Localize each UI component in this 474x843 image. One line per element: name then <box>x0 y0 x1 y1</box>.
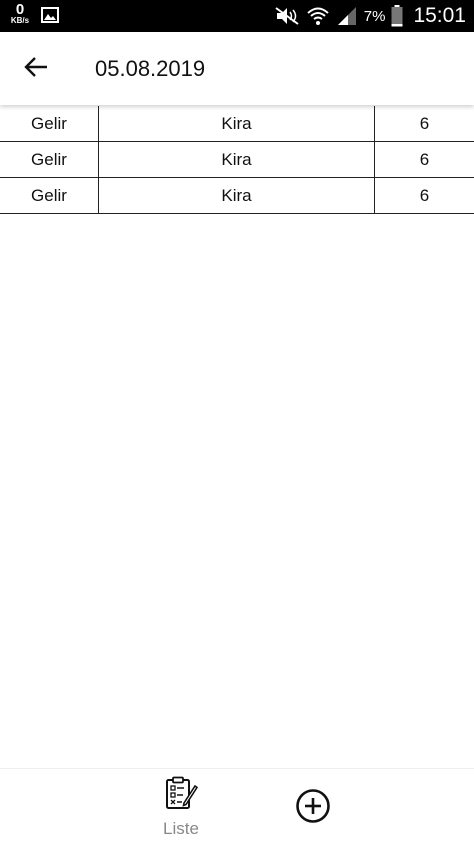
mute-icon <box>274 6 300 26</box>
category-cell: Kira <box>99 106 375 141</box>
app-bar: 05.08.2019 <box>0 32 474 105</box>
amount-cell: 6 <box>419 149 430 169</box>
records-table: Gelir Kira 6 Gelir Kira 6 Gelir Kira 6 <box>0 106 474 214</box>
gallery-icon <box>41 7 59 23</box>
plus-circle-icon <box>295 788 331 829</box>
arrow-left-icon <box>23 56 49 83</box>
status-bar: 0 KB/s 7% 15:01 <box>0 0 474 32</box>
clock: 15:01 <box>413 4 466 27</box>
network-speed-unit: KB/s <box>10 16 30 25</box>
add-button[interactable] <box>294 788 332 829</box>
table-row[interactable]: Gelir Kira 6 <box>0 142 474 178</box>
type-cell: Gelir <box>0 178 99 213</box>
table-row[interactable]: Gelir Kira 6 <box>0 106 474 142</box>
category-cell: Kira <box>99 142 375 177</box>
back-button[interactable] <box>18 52 54 86</box>
status-icons: 7% 15:01 <box>274 0 466 32</box>
amount-cell: 6 <box>419 113 430 133</box>
battery-icon <box>391 5 403 27</box>
table-row[interactable]: Gelir Kira 6 <box>0 178 474 214</box>
category-cell: Kira <box>99 178 375 213</box>
network-speed-value: 0 <box>15 1 25 18</box>
nav-list-button[interactable]: Liste <box>150 776 212 838</box>
wifi-icon <box>306 6 330 26</box>
amount-cell: 6 <box>419 185 430 205</box>
page-title: 05.08.2019 <box>95 56 206 81</box>
type-cell: Gelir <box>0 106 99 141</box>
network-speed: 0 KB/s <box>6 2 34 25</box>
signal-icon <box>336 6 358 26</box>
type-cell: Gelir <box>0 142 99 177</box>
nav-list-label: Liste <box>163 819 199 838</box>
battery-percent: 7% <box>363 7 386 25</box>
clipboard-checklist-icon <box>163 776 199 817</box>
bottom-nav: Liste <box>0 768 474 843</box>
